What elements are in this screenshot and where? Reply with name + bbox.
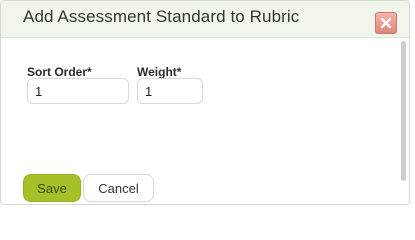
dialog-title: Add Assessment Standard to Rubric bbox=[23, 7, 300, 26]
sort-order-input[interactable] bbox=[27, 78, 129, 104]
add-assessment-dialog: Add Assessment Standard to Rubric Sort O… bbox=[0, 0, 410, 205]
close-button[interactable] bbox=[375, 12, 397, 34]
scrollbar[interactable] bbox=[401, 41, 406, 181]
close-icon bbox=[380, 17, 392, 29]
save-button[interactable]: Save bbox=[23, 174, 81, 202]
weight-field: Weight* bbox=[137, 65, 203, 104]
cancel-button[interactable]: Cancel bbox=[83, 174, 154, 202]
weight-input[interactable] bbox=[137, 78, 203, 104]
dialog-titlebar: Add Assessment Standard to Rubric bbox=[1, 1, 409, 38]
weight-label: Weight* bbox=[137, 65, 182, 79]
sort-order-field: Sort Order* bbox=[27, 65, 129, 104]
sort-order-label: Sort Order* bbox=[27, 65, 92, 79]
